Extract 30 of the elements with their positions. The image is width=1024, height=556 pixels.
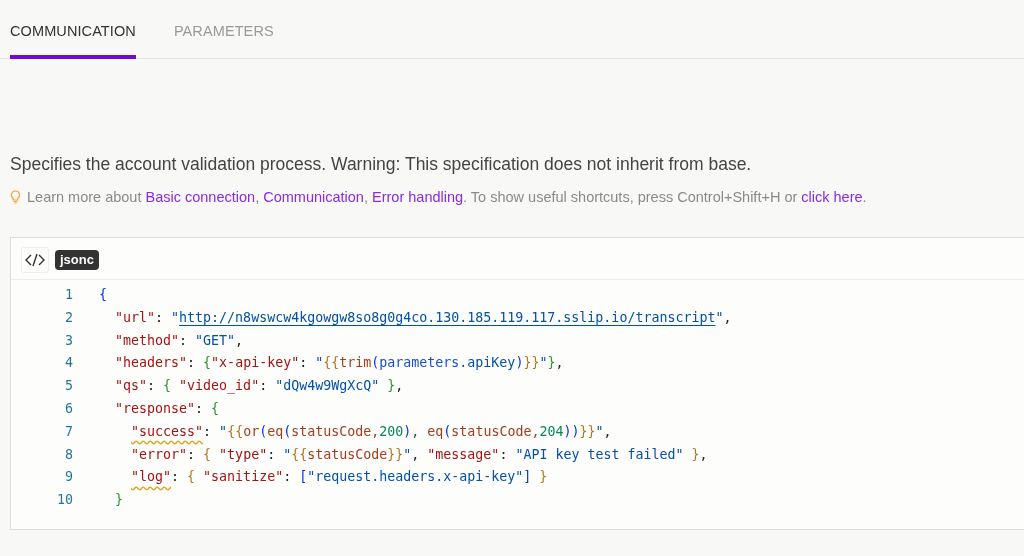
description-text: Specifies the account validation process. Warning: This specification does not inherit from base. bbox=[10, 154, 753, 175]
code-line: } bbox=[114, 491, 124, 510]
line-number: 4 bbox=[64, 354, 73, 373]
code-line: { bbox=[99, 286, 107, 304]
help-text: Learn more about Basic connection, Communication, Error handling. To show useful shortcuts, press Control+Shift+H or click here. bbox=[27, 189, 867, 205]
line-number: 5 bbox=[64, 377, 73, 396]
code-line: "log": { "sanitize": ["request.headers.x-api-key"] } bbox=[130, 468, 548, 487]
code-line: "method": "GET", bbox=[114, 331, 244, 350]
help-link[interactable]: click here bbox=[801, 189, 863, 205]
line-number: 2 bbox=[64, 308, 73, 327]
line-number: 10 bbox=[56, 491, 73, 510]
help-link[interactable]: Error handling bbox=[372, 189, 464, 205]
code-icon bbox=[21, 247, 49, 273]
language-badge: jsonc bbox=[55, 250, 99, 270]
code-line: "qs": { "video_id": "dQw4w9WgXcQ" }, bbox=[114, 377, 404, 396]
line-number: 8 bbox=[64, 445, 73, 464]
line-number: 6 bbox=[64, 400, 73, 418]
help-link[interactable]: Communication bbox=[263, 189, 364, 205]
line-number: 3 bbox=[64, 331, 73, 350]
line-number: 7 bbox=[64, 422, 73, 441]
line-number: 1 bbox=[64, 286, 73, 304]
code-line: "success": "{{or(eq(statusCode,200), eq(statusCode,204))}}", bbox=[130, 422, 612, 441]
tab[interactable]: COMMUNICATION bbox=[10, 23, 136, 59]
code-line: "url": "http://n8wswcw4kgowgw8so8g0g4co.130.185.119.117.sslip.io/transcript", bbox=[114, 308, 732, 327]
code-line: "error": { "type": "{{statusCode}}", "message": "API key test failed" }, bbox=[130, 445, 708, 464]
code-line: "headers": {"x-api-key": "{{trim(parameters.apiKey)}}"}, bbox=[114, 354, 564, 373]
line-number: 9 bbox=[64, 468, 73, 487]
code-line: "response": { bbox=[114, 400, 220, 418]
help-link[interactable]: Basic connection bbox=[145, 189, 256, 205]
lightbulb-icon bbox=[10, 190, 21, 204]
